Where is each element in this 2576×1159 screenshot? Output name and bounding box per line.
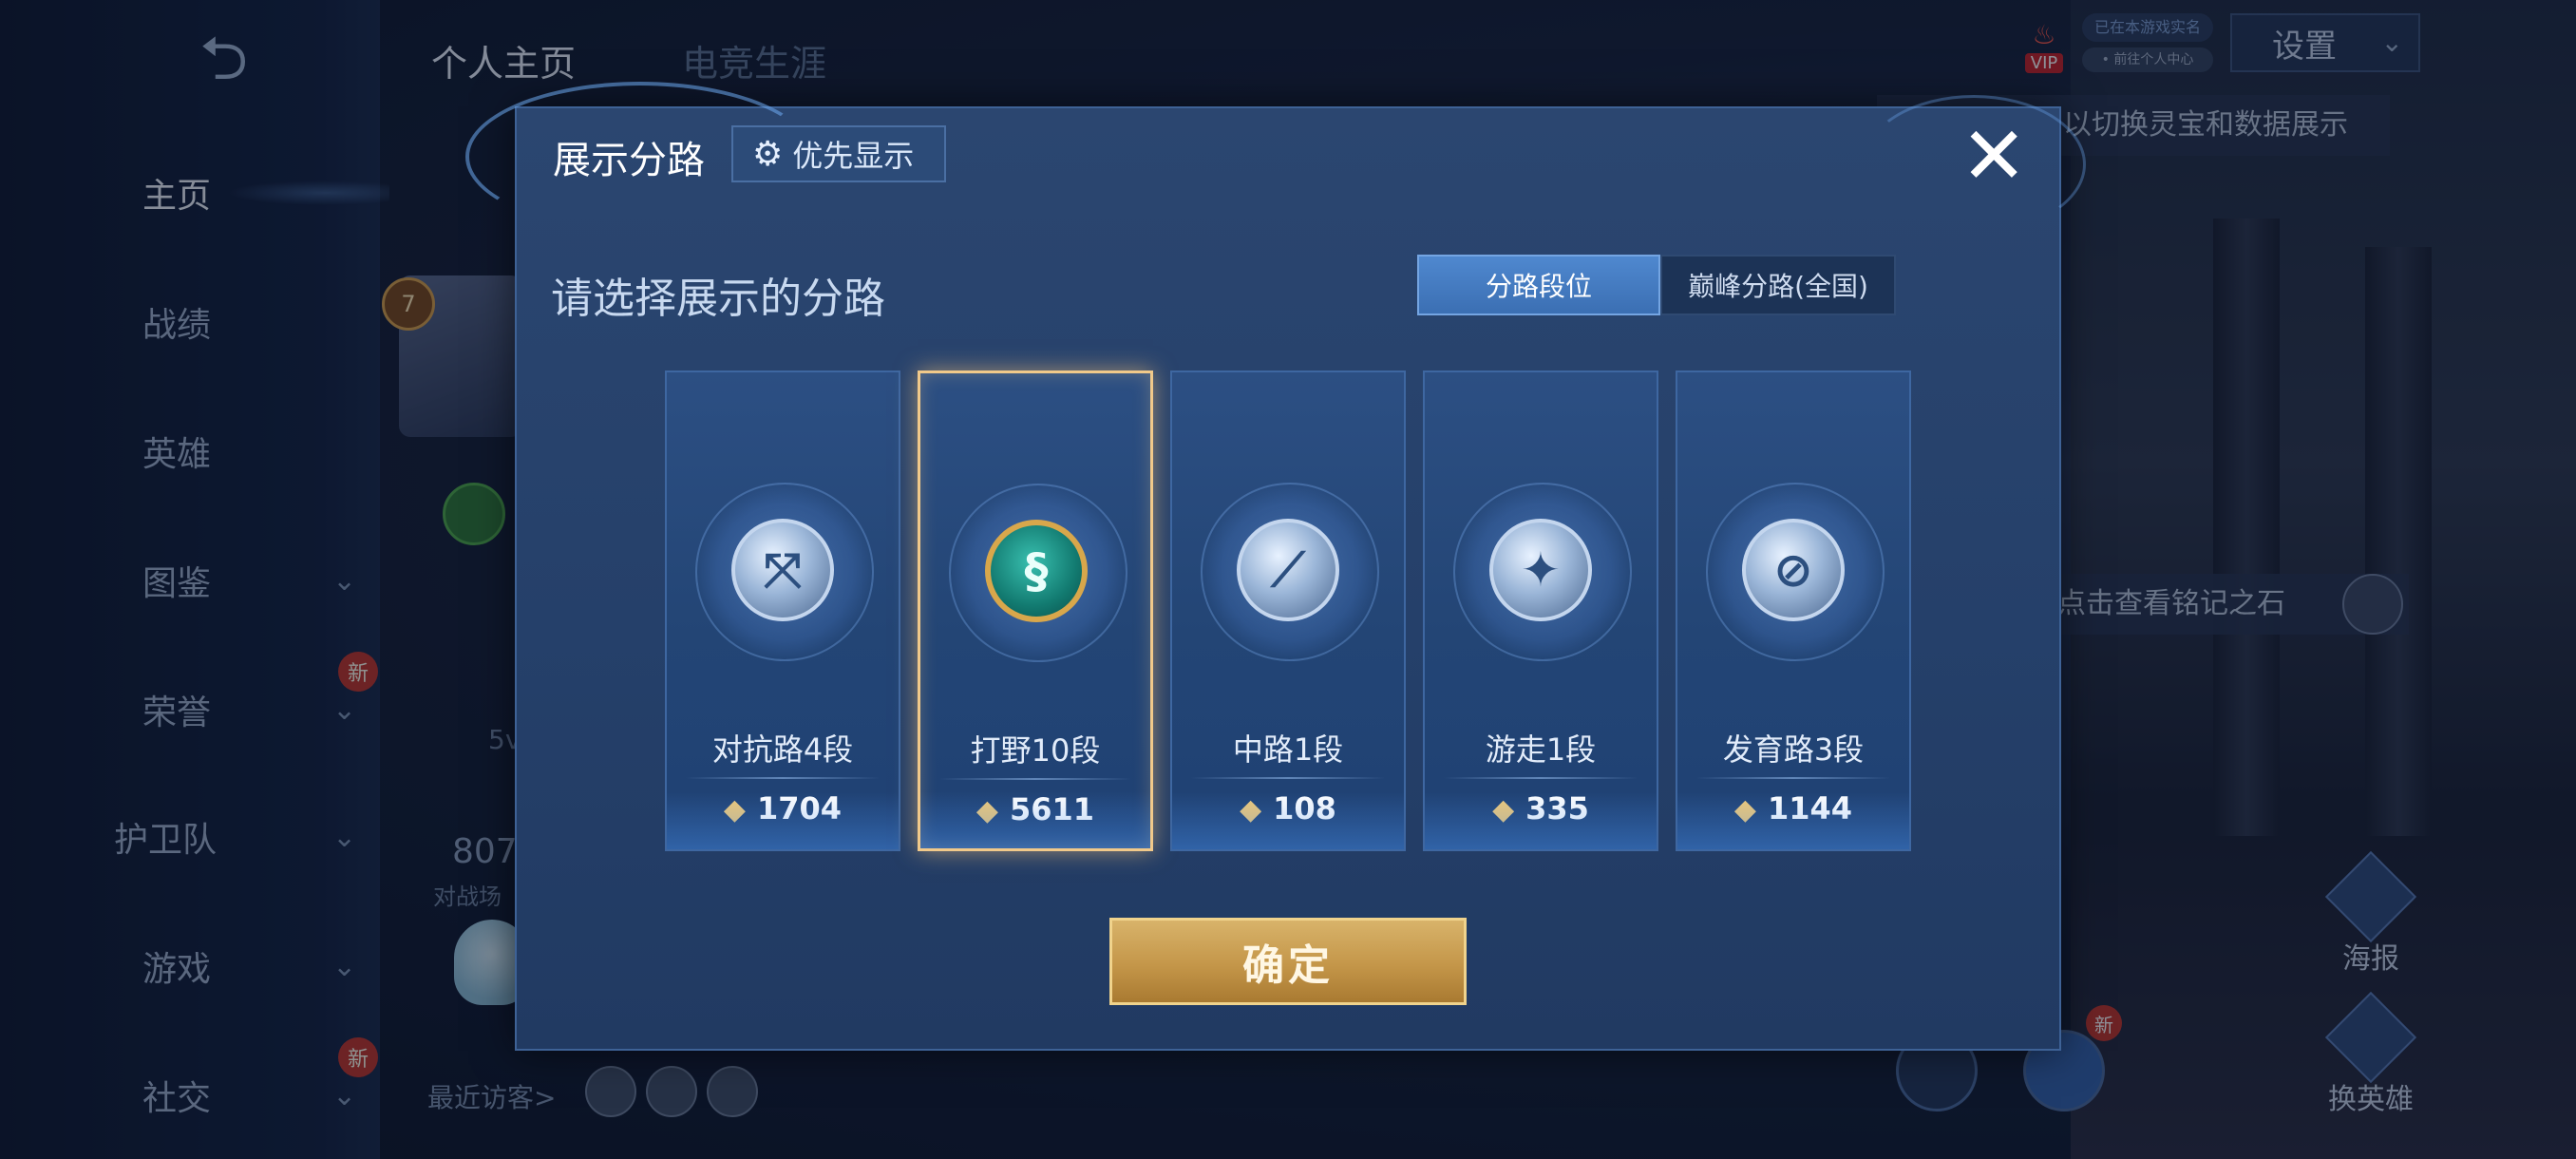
divider <box>1191 777 1385 779</box>
jungle-dragon-icon: § <box>985 520 1088 622</box>
lane-rank-label: 打野10段 <box>970 732 1101 769</box>
dialog-subtitle: 请选择展示的分路 <box>551 275 885 323</box>
gear-icon: ⚙ <box>752 134 784 174</box>
mid-lane-icon: ⟋ <box>1237 519 1339 621</box>
lane-rank-label: 中路1段 <box>1232 732 1344 768</box>
lane-rank-label: 发育路3段 <box>1722 732 1865 768</box>
lane-card-clash[interactable]: ⤧ 对抗路4段 ◆1704 <box>665 370 900 851</box>
priority-display-label: 优先显示 <box>792 138 915 174</box>
card-glow <box>1172 792 1404 849</box>
card-glow <box>1425 792 1657 849</box>
tab-lane-rank[interactable]: 分路段位 <box>1417 255 1660 315</box>
card-glow <box>667 792 899 849</box>
lane-rank-label: 游走1段 <box>1485 732 1597 768</box>
lane-card-roam[interactable]: ✦ 游走1段 ◆335 <box>1423 370 1658 851</box>
divider <box>939 778 1131 780</box>
dialog-title: 展示分路 <box>553 139 705 182</box>
card-glow <box>1677 792 1909 849</box>
tab-peak-lane-national[interactable]: 巅峰分路(全国) <box>1660 255 1896 315</box>
priority-display-button[interactable]: ⚙ 优先显示 <box>731 125 946 182</box>
divider <box>686 777 880 779</box>
confirm-button[interactable]: 确定 <box>1109 918 1467 1005</box>
lane-card-mid[interactable]: ⟋ 中路1段 ◆108 <box>1170 370 1406 851</box>
close-icon[interactable]: ✕ <box>1960 116 2027 196</box>
card-glow <box>920 791 1150 848</box>
roam-wings-icon: ✦ <box>1489 519 1592 621</box>
divider <box>1444 777 1638 779</box>
lane-rank-label: 对抗路4段 <box>711 732 854 768</box>
lane-card-farm[interactable]: ⊘ 发育路3段 ◆1144 <box>1676 370 1911 851</box>
clash-lane-icon: ⤧ <box>731 519 834 621</box>
farm-lane-icon: ⊘ <box>1742 519 1845 621</box>
divider <box>1696 777 1890 779</box>
lane-card-jungle[interactable]: § 打野10段 ◆5611 <box>918 370 1153 851</box>
